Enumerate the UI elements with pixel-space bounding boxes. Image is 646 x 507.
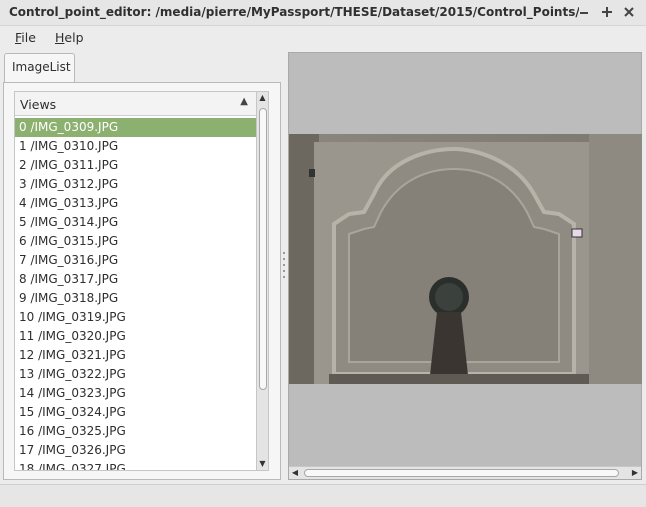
menu-bar: File Help [0, 27, 646, 49]
list-item[interactable]: 4 /IMG_0313.JPG [15, 194, 256, 213]
list-item[interactable]: 18 /IMG_0327.JPG [15, 460, 256, 470]
list-item[interactable]: 3 /IMG_0312.JPG [15, 175, 256, 194]
list-item[interactable]: 9 /IMG_0318.JPG [15, 289, 256, 308]
fountain-photo[interactable] [289, 134, 642, 384]
list-item[interactable]: 16 /IMG_0325.JPG [15, 422, 256, 441]
sort-ascending-icon: ▲ [240, 96, 248, 107]
list-item[interactable]: 15 /IMG_0324.JPG [15, 403, 256, 422]
list-item[interactable]: 6 /IMG_0315.JPG [15, 232, 256, 251]
tab-label: ImageList [12, 60, 71, 74]
horizontal-scrollbar[interactable]: ◀ ▶ [289, 466, 641, 479]
column-header-label: Views [20, 97, 57, 112]
horizontal-scroll-thumb[interactable] [304, 469, 619, 477]
close-icon[interactable] [621, 4, 637, 20]
title-bar: Control_point_editor: /media/pierre/MyPa… [0, 0, 646, 26]
window-title: Control_point_editor: /media/pierre/MyPa… [9, 5, 579, 19]
list-item[interactable]: 14 /IMG_0323.JPG [15, 384, 256, 403]
list-item[interactable]: 11 /IMG_0320.JPG [15, 327, 256, 346]
scroll-down-icon[interactable]: ▼ [257, 458, 268, 470]
list-item[interactable]: 12 /IMG_0321.JPG [15, 346, 256, 365]
list-item[interactable]: 2 /IMG_0311.JPG [15, 156, 256, 175]
scroll-up-icon[interactable]: ▲ [257, 92, 268, 104]
image-viewer[interactable]: ◀ ▶ [288, 52, 642, 480]
maximize-icon[interactable] [599, 4, 615, 20]
scroll-right-icon[interactable]: ▶ [629, 467, 641, 479]
views-list[interactable]: Views ▲ 0 /IMG_0309.JPG 1 /IMG_0310.JPG 2 … [14, 91, 257, 471]
list-item[interactable]: 17 /IMG_0326.JPG [15, 441, 256, 460]
list-item[interactable]: 7 /IMG_0316.JPG [15, 251, 256, 270]
splitter-handle[interactable] [283, 252, 286, 282]
list-item[interactable]: 10 /IMG_0319.JPG [15, 308, 256, 327]
list-item[interactable]: 5 /IMG_0314.JPG [15, 213, 256, 232]
scroll-left-icon[interactable]: ◀ [289, 467, 301, 479]
menu-help[interactable]: Help [55, 30, 84, 45]
list-item[interactable]: 1 /IMG_0310.JPG [15, 137, 256, 156]
scroll-thumb[interactable] [259, 108, 267, 390]
list-item[interactable]: 0 /IMG_0309.JPG [15, 118, 256, 137]
status-bar [0, 484, 646, 507]
column-header-views[interactable]: Views ▲ [15, 92, 256, 116]
list-item[interactable]: 8 /IMG_0317.JPG [15, 270, 256, 289]
fountain-image [289, 134, 642, 384]
vertical-scrollbar[interactable]: ▲ ▼ [256, 91, 269, 471]
tab-imagelist[interactable]: ImageList [4, 53, 75, 83]
minimize-icon[interactable] [576, 4, 592, 20]
menu-file[interactable]: File [15, 30, 36, 45]
list-item[interactable]: 13 /IMG_0322.JPG [15, 365, 256, 384]
list-rows: 0 /IMG_0309.JPG 1 /IMG_0310.JPG 2 /IMG_031… [15, 118, 256, 470]
